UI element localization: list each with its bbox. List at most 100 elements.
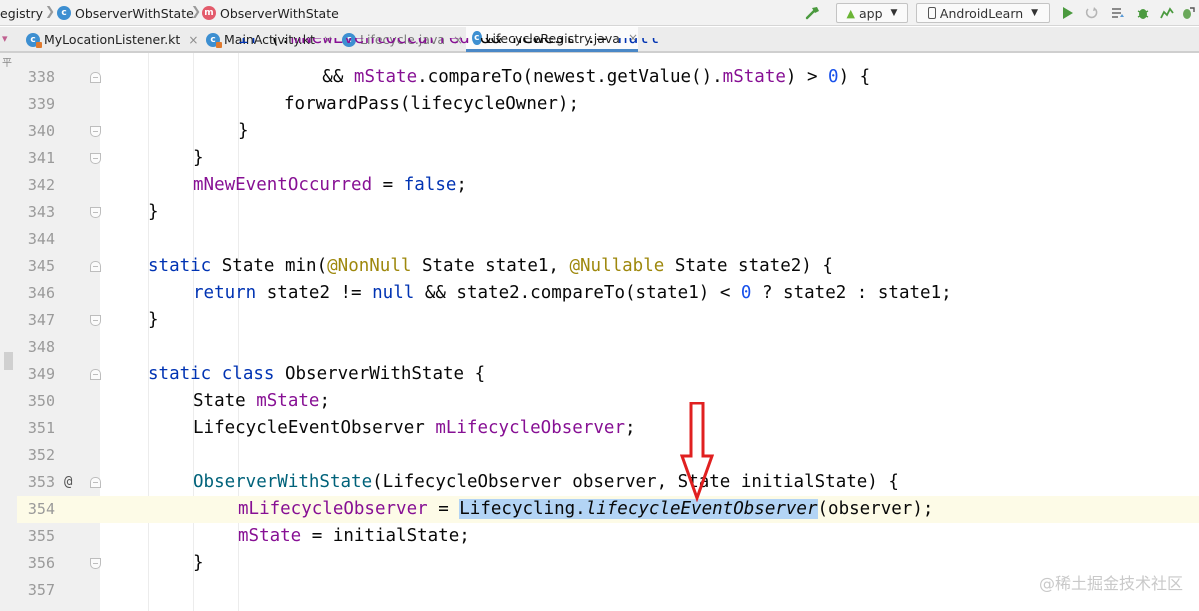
line-number: 351 — [27, 419, 55, 437]
fold-marker[interactable] — [90, 261, 101, 272]
code-text[interactable]: forwardPass(lifecycleOwner); — [284, 91, 579, 118]
line-number: 352 — [27, 446, 55, 464]
code-line-357: 357 — [17, 577, 1199, 604]
run-icon[interactable] — [1059, 3, 1077, 23]
tab-overflow-mark: ▾ — [2, 32, 8, 45]
breadcrumb-item-class[interactable]: c ObserverWithState — [57, 4, 194, 22]
line-number: 345 — [27, 257, 55, 275]
method-icon: m — [202, 6, 216, 20]
fold-marker[interactable] — [90, 558, 101, 569]
fold-marker[interactable] — [90, 315, 101, 326]
code-text[interactable]: } — [193, 145, 204, 172]
strip-label: 平 — [2, 58, 12, 69]
code-text[interactable]: return state2 != null && state2.compareT… — [193, 280, 952, 307]
watermark: @稀土掘金技术社区 — [1038, 574, 1183, 593]
hammer-icon[interactable] — [803, 3, 823, 23]
line-number: 357 — [27, 581, 55, 599]
line-number: 346 — [27, 284, 55, 302]
sync-icon[interactable] — [1109, 3, 1127, 23]
profile-icon[interactable] — [1158, 3, 1176, 23]
code-line-344: 344 — [17, 226, 1199, 253]
breadcrumb-label: ObserverWithState — [75, 5, 194, 21]
code-line-339: 339 forwardPass(lifecycleOwner); — [17, 91, 1199, 118]
code-line-350: 350 State mState; — [17, 388, 1199, 415]
line-number: 356 — [27, 554, 55, 572]
code-line-354: 354 mLifecycleObserver = Lifecycling.lif… — [17, 496, 1199, 523]
apply-changes-icon[interactable] — [1083, 3, 1101, 23]
chevron-down-icon: ▼ — [1031, 8, 1039, 18]
device-select[interactable]: AndroidLearn ▼ — [916, 3, 1050, 23]
android-icon: ▲ — [846, 6, 855, 20]
selection: Lifecycling.lifecycleEventObserver — [459, 499, 818, 519]
code-line-340: 340 } — [17, 118, 1199, 145]
code-text[interactable]: LifecycleEventObserver mLifecycleObserve… — [193, 415, 636, 442]
chevron-down-icon: ▼ — [890, 8, 898, 18]
fold-marker[interactable] — [90, 207, 101, 218]
line-number: 343 — [27, 203, 55, 221]
scroll-mark — [4, 352, 13, 370]
line-number: 355 — [27, 527, 55, 545]
debug-icon[interactable] — [1134, 3, 1152, 23]
run-config-label: app — [859, 5, 883, 21]
line-number: 344 — [27, 230, 55, 248]
line-number: 347 — [27, 311, 55, 329]
tab-divider — [0, 52, 1199, 53]
line-number: 341 — [27, 149, 55, 167]
code-line-349: 349 static class ObserverWithState { — [17, 361, 1199, 388]
breadcrumb-separator: ❯ — [45, 4, 56, 18]
class-icon: c — [57, 6, 71, 20]
code-line-338: 338 && mState.compareTo(newest.getValue(… — [17, 64, 1199, 91]
code-line-343: 343 } — [17, 199, 1199, 226]
line-number: 349 — [27, 365, 55, 383]
line-number: 348 — [27, 338, 55, 356]
breadcrumb-label: egistry — [0, 5, 44, 21]
line-number: 354 — [27, 500, 55, 518]
code-line-353: 353 @ ObserverWithState(LifecycleObserve… — [17, 469, 1199, 496]
code-text[interactable]: ObserverWithState(LifecycleObserver obse… — [193, 469, 899, 496]
code-line-351: 351 LifecycleEventObserver mLifecycleObs… — [17, 415, 1199, 442]
code-line-348: 348 — [17, 334, 1199, 361]
code-text[interactable]: && mState.compareTo(newest.getValue().mS… — [238, 64, 870, 91]
code-line-345: 345 static State min(@NonNull State stat… — [17, 253, 1199, 280]
code-text[interactable]: static State min(@NonNull State state1, … — [148, 253, 833, 280]
code-line-341: 341 } — [17, 145, 1199, 172]
line-number: 342 — [27, 176, 55, 194]
line-number: 353 — [27, 473, 55, 491]
breadcrumb-item-registry[interactable]: egistry — [0, 4, 43, 22]
code-text[interactable]: State mState; — [193, 388, 330, 415]
structure-strip: 平 — [0, 52, 17, 611]
device-label: AndroidLearn — [939, 5, 1024, 21]
code-text[interactable]: } — [148, 307, 159, 334]
fold-marker[interactable] — [90, 477, 101, 488]
breadcrumb-label: ObserverWithState — [220, 5, 339, 21]
code-line-355: 355 mState = initialState; — [17, 523, 1199, 550]
device-icon — [927, 7, 936, 19]
code-text[interactable]: static class ObserverWithState { — [148, 361, 485, 388]
code-line-346: 346 return state2 != null && state2.comp… — [17, 280, 1199, 307]
code-text[interactable]: } — [193, 550, 204, 577]
code-line-347: 347 } — [17, 307, 1199, 334]
code-text[interactable]: mState = initialState; — [238, 523, 470, 550]
breadcrumb-item-method[interactable]: m ObserverWithState — [202, 4, 339, 22]
line-number: 338 — [27, 68, 55, 86]
line-number: 340 — [27, 122, 55, 140]
fold-marker[interactable] — [90, 153, 101, 164]
code-text[interactable]: } — [148, 199, 159, 226]
attach-debugger-icon[interactable] — [1180, 3, 1196, 23]
code-text[interactable]: mLifecycleObserver = Lifecycling.lifecyc… — [238, 496, 933, 523]
code-line-356: 356 } — [17, 550, 1199, 577]
run-config-select[interactable]: ▲ app ▼ — [836, 3, 908, 23]
fold-marker[interactable] — [90, 72, 101, 83]
arrow-down-icon — [680, 402, 714, 502]
code-line-342: 342 mNewEventOccurred = false; — [17, 172, 1199, 199]
annotation-marker[interactable]: @ — [64, 469, 72, 496]
code-text[interactable]: } — [238, 118, 249, 145]
code-text[interactable]: mNewEventOccurred = false; — [193, 172, 467, 199]
code-line-352: 352 — [17, 442, 1199, 469]
navigation-bar: egistry ❯ c ObserverWithState ❯ m Observ… — [0, 0, 1199, 26]
line-number: 339 — [27, 95, 55, 113]
fold-marker[interactable] — [90, 369, 101, 380]
fold-marker[interactable] — [90, 126, 101, 137]
breadcrumb-separator: ❯ — [191, 4, 202, 18]
code-text[interactable]: if (!mNewEventOccurred && newest != null — [238, 38, 659, 52]
